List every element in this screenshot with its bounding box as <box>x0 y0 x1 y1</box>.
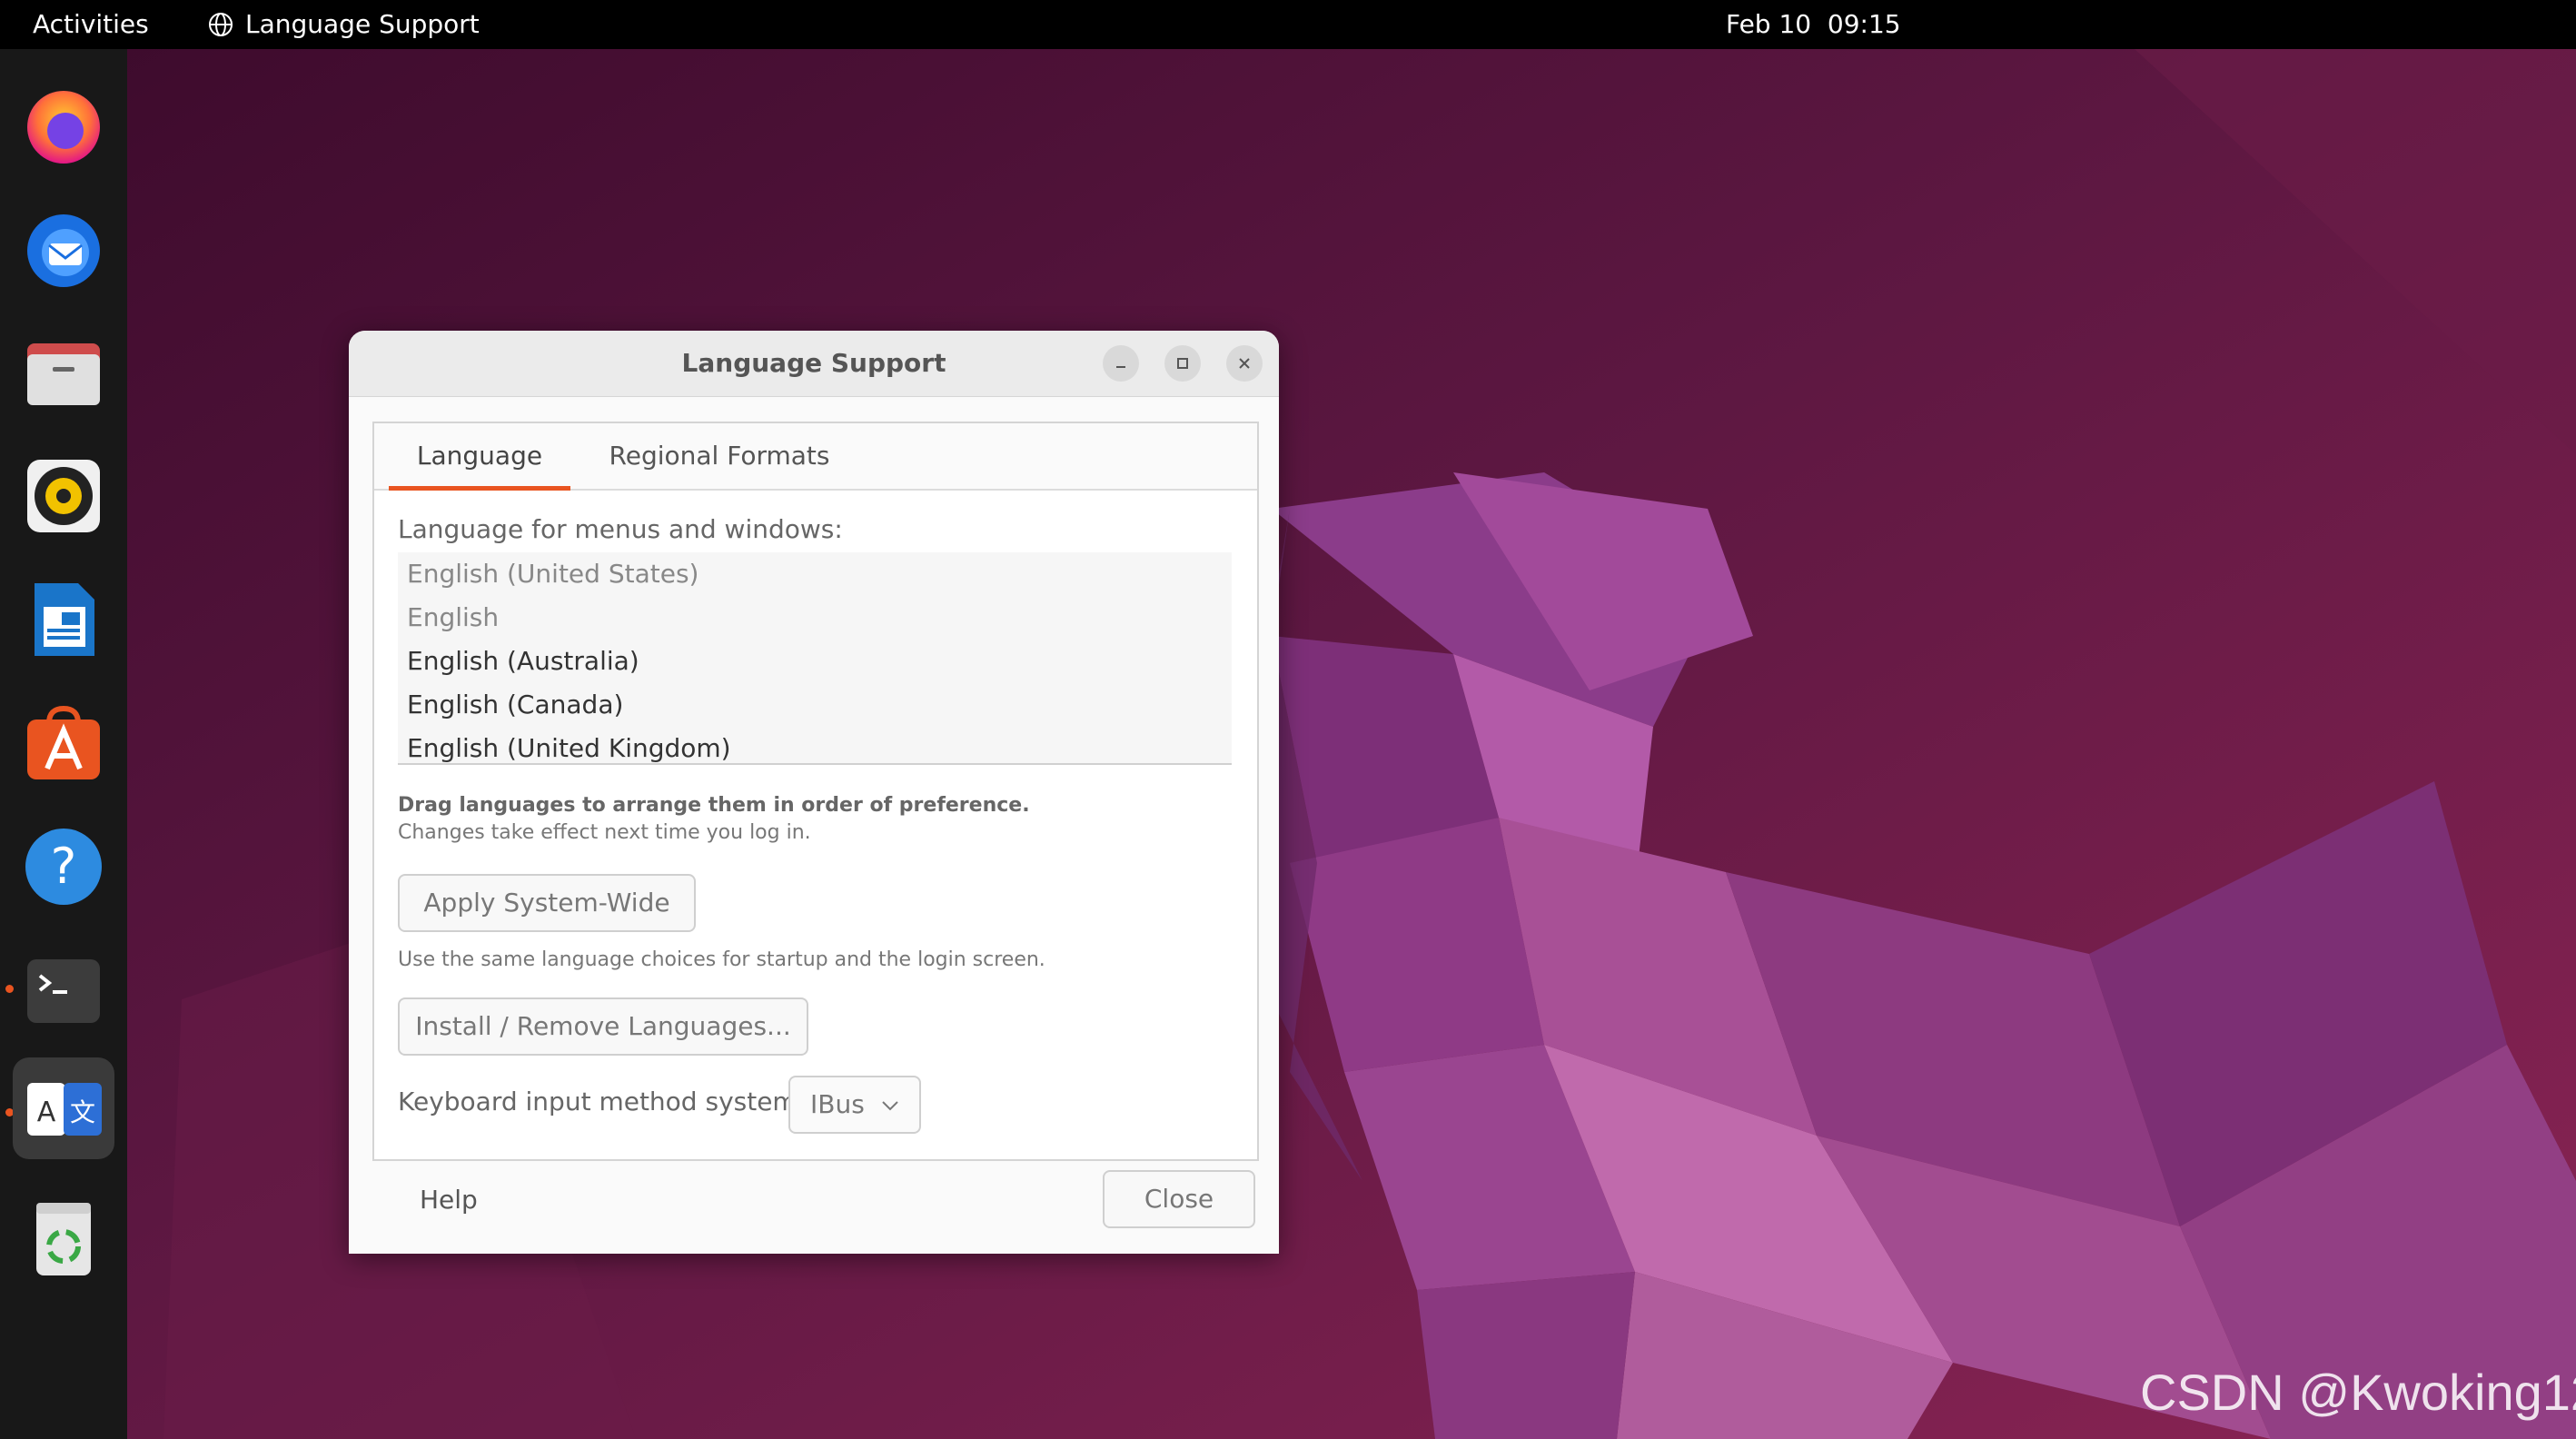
keyboard-input-label: Keyboard input method system: <box>398 1087 807 1116</box>
dock-item-files[interactable] <box>13 322 114 423</box>
tab-regional-formats[interactable]: Regional Formats <box>592 423 847 489</box>
svg-text:A: A <box>37 1097 56 1128</box>
minimize-button[interactable] <box>1103 345 1139 382</box>
activities-button[interactable]: Activities <box>33 0 149 49</box>
maximize-button[interactable] <box>1164 345 1201 382</box>
apply-description: Use the same language choices for startu… <box>398 948 1045 971</box>
thunderbird-icon <box>27 214 100 287</box>
dialog-titlebar[interactable]: Language Support <box>349 331 1279 397</box>
close-window-button[interactable] <box>1226 345 1263 382</box>
watermark: CSDN @Kwoking12 <box>2140 1364 2576 1421</box>
svg-text:文: 文 <box>70 1097 95 1127</box>
tab-language[interactable]: Language <box>389 423 570 491</box>
rhythmbox-icon <box>27 460 100 532</box>
tab-bar: Language Regional Formats <box>374 423 1257 491</box>
help-icon: ? <box>25 829 102 905</box>
globe-icon <box>209 13 233 36</box>
clock-date: Feb 10 <box>1726 9 1812 39</box>
firefox-icon <box>27 91 100 164</box>
help-button[interactable]: Help <box>420 1185 478 1215</box>
dock-item-firefox[interactable] <box>13 74 114 176</box>
list-item[interactable]: English <box>407 596 1224 640</box>
language-list[interactable]: English (United States) English English … <box>398 552 1232 765</box>
svg-text:?: ? <box>51 838 77 895</box>
clock[interactable]: Feb 10 09:15 <box>1726 0 1901 49</box>
minimize-icon <box>1116 366 1125 368</box>
apply-system-wide-button[interactable]: Apply System-Wide <box>398 874 696 932</box>
terminal-icon <box>27 959 100 1023</box>
input-method-value: IBus <box>810 1089 865 1119</box>
chevron-down-icon <box>882 1101 898 1111</box>
list-item[interactable]: English (United Kingdom) <box>407 727 1224 770</box>
language-support-dialog: Language Support Language Regional Forma… <box>349 331 1279 1254</box>
dock-item-writer[interactable] <box>13 569 114 670</box>
trash-icon <box>36 1203 91 1275</box>
app-center-icon <box>27 705 100 779</box>
top-bar: Activities Language Support Feb 10 09:15 <box>0 0 2576 49</box>
dock-item-terminal[interactable] <box>13 939 114 1041</box>
close-icon <box>1239 358 1250 369</box>
dock-item-help[interactable]: ? <box>13 816 114 918</box>
changes-hint: Changes take effect next time you log in… <box>398 821 811 844</box>
install-remove-languages-button[interactable]: Install / Remove Languages... <box>398 997 808 1056</box>
libreoffice-writer-icon <box>35 583 94 656</box>
app-menu[interactable]: Language Support <box>207 0 480 49</box>
dock-item-thunderbird[interactable] <box>13 198 114 300</box>
app-menu-label: Language Support <box>245 9 480 39</box>
drag-hint: Drag languages to arrange them in order … <box>398 794 1030 817</box>
list-item[interactable]: English (Australia) <box>407 640 1224 683</box>
list-item[interactable]: English (United States) <box>407 552 1224 596</box>
maximize-icon <box>1177 358 1188 369</box>
close-button[interactable]: Close <box>1103 1170 1255 1228</box>
language-section-label: Language for menus and windows: <box>398 514 843 544</box>
dock-item-trash[interactable] <box>13 1186 114 1288</box>
dock-item-rhythmbox[interactable] <box>13 445 114 547</box>
language-support-icon: A 文 <box>27 1083 102 1136</box>
dock-item-app-center[interactable] <box>13 692 114 794</box>
dock-item-language-support[interactable]: A 文 <box>13 1057 114 1159</box>
list-item[interactable]: English (Canada) <box>407 683 1224 727</box>
dock: ? A 文 <box>0 49 127 1439</box>
clock-time: 09:15 <box>1827 9 1901 39</box>
input-method-select[interactable]: IBus <box>788 1076 921 1134</box>
notebook: Language Regional Formats Language for m… <box>372 422 1259 1161</box>
files-icon <box>27 343 100 405</box>
dialog-title: Language Support <box>681 348 946 378</box>
